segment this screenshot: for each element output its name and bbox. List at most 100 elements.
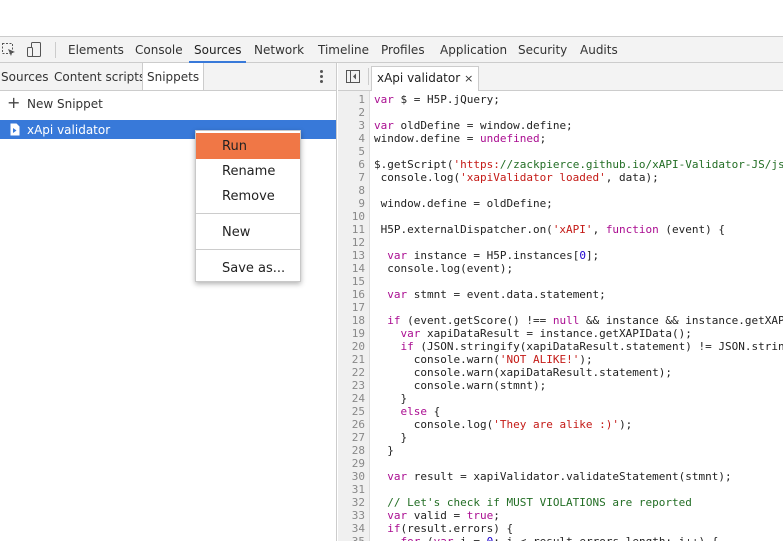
code-line[interactable]: 3 var oldDefine = window.define; bbox=[338, 119, 783, 132]
code-line[interactable]: 27 } bbox=[338, 431, 783, 444]
tab-navigator-sources[interactable]: Sources bbox=[1, 63, 48, 90]
code-line[interactable]: 29 bbox=[338, 457, 783, 470]
code-text: if(result.errors) { bbox=[387, 522, 514, 535]
code-line[interactable]: 32 // Let's check if MUST VIOLATIONS are… bbox=[338, 496, 783, 509]
code-line[interactable]: 8 bbox=[338, 184, 783, 197]
code-line[interactable]: 28 } bbox=[338, 444, 783, 457]
tab-profiles[interactable]: Profiles bbox=[381, 37, 425, 62]
tab-elements[interactable]: Elements bbox=[68, 37, 124, 62]
line-number: 29 bbox=[351, 457, 365, 470]
window-top-area bbox=[0, 0, 783, 36]
tab-snippets[interactable]: Snippets bbox=[142, 63, 205, 90]
code-text: if (JSON.stringify(xapiDataResult.statem… bbox=[400, 340, 783, 353]
menu-item-run-label: Run bbox=[222, 139, 247, 154]
code-line[interactable]: 17 bbox=[338, 301, 783, 314]
code-line[interactable]: 26 console.log('They are alike :)'); bbox=[338, 418, 783, 431]
code-line[interactable]: 30 var result = xapiValidator.validateSt… bbox=[338, 470, 783, 483]
code-text: window.define = oldDefine; bbox=[374, 197, 553, 210]
code-line[interactable]: 16 var stmnt = event.data.statement; bbox=[338, 288, 783, 301]
inspect-element-icon[interactable] bbox=[1, 42, 17, 58]
toolbar-divider bbox=[55, 42, 56, 58]
tab-network[interactable]: Network bbox=[254, 37, 304, 62]
menu-item-run[interactable]: Run bbox=[196, 133, 300, 159]
tab-console[interactable]: Console bbox=[135, 37, 183, 62]
code-line[interactable]: 15 bbox=[338, 275, 783, 288]
code-line[interactable]: 35 for (var i = 0; i < result.errors.len… bbox=[338, 535, 783, 541]
line-number: 31 bbox=[351, 483, 365, 496]
code-text: var $ = H5P.jQuery; bbox=[374, 93, 500, 106]
line-number: 11 bbox=[351, 223, 365, 236]
editor-tabbar-divider bbox=[368, 68, 369, 85]
line-number: 2 bbox=[358, 106, 365, 119]
code-line[interactable]: 9 window.define = oldDefine; bbox=[338, 197, 783, 210]
code-line[interactable]: 20 if (JSON.stringify(xapiDataResult.sta… bbox=[338, 340, 783, 353]
close-tab-icon[interactable]: × bbox=[464, 72, 473, 85]
code-line[interactable]: 33 var valid = true; bbox=[338, 509, 783, 522]
line-number: 27 bbox=[351, 431, 365, 444]
code-line[interactable]: 23 console.warn(stmnt); bbox=[338, 379, 783, 392]
editor-pane: xApi validator × 1 var $ = H5P.jQuery; 2 3 va… bbox=[338, 63, 783, 541]
line-number: 6 bbox=[358, 158, 365, 171]
code-line[interactable]: 18 if (event.getScore() !== null && inst… bbox=[338, 314, 783, 327]
tab-content-scripts[interactable]: Content scripts bbox=[54, 63, 145, 90]
line-number: 12 bbox=[351, 236, 365, 249]
code-line[interactable]: 1 var $ = H5P.jQuery; bbox=[338, 93, 783, 106]
menu-item-new[interactable]: New bbox=[196, 219, 300, 245]
code-line[interactable]: 24 } bbox=[338, 392, 783, 405]
context-menu: Run Rename Remove New Save as... bbox=[195, 130, 301, 282]
code-text: console.log(event); bbox=[374, 262, 514, 275]
code-line[interactable]: 22 console.warn(xapiDataResult.statement… bbox=[338, 366, 783, 379]
menu-separator bbox=[196, 213, 300, 214]
code-text: var stmnt = event.data.statement; bbox=[387, 288, 606, 301]
code-line[interactable]: 7 console.log('xapiValidator loaded', da… bbox=[338, 171, 783, 184]
code-line[interactable]: 10 bbox=[338, 210, 783, 223]
line-number: 35 bbox=[338, 535, 365, 541]
new-snippet-button[interactable]: + New Snippet bbox=[0, 92, 336, 116]
code-line[interactable]: 4 window.define = undefined; bbox=[338, 132, 783, 145]
line-number: 15 bbox=[351, 275, 365, 288]
tab-sources[interactable]: Sources bbox=[189, 37, 247, 63]
line-number: 23 bbox=[351, 379, 365, 392]
more-options-icon[interactable] bbox=[315, 69, 327, 85]
code-line[interactable]: 12 bbox=[338, 236, 783, 249]
tab-timeline[interactable]: Timeline bbox=[318, 37, 369, 62]
toggle-navigator-icon[interactable] bbox=[346, 70, 360, 86]
menu-item-save-as[interactable]: Save as... bbox=[196, 255, 300, 281]
editor-file-tab[interactable]: xApi validator × bbox=[371, 66, 480, 91]
new-snippet-label: New Snippet bbox=[27, 97, 103, 111]
menu-item-new-label: New bbox=[222, 225, 251, 240]
line-number: 8 bbox=[358, 184, 365, 197]
code-line[interactable]: 34 if(result.errors) { bbox=[338, 522, 783, 535]
plus-icon: + bbox=[7, 93, 21, 112]
editor-tabbar: xApi validator × bbox=[338, 63, 783, 91]
menu-item-rename[interactable]: Rename bbox=[196, 158, 300, 184]
code-text: $.getScript('https://zackpierce.github.i… bbox=[374, 158, 783, 171]
code-editor[interactable]: 1 var $ = H5P.jQuery; 2 3 var oldDefine = wi… bbox=[338, 91, 783, 541]
tab-security[interactable]: Security bbox=[518, 37, 567, 62]
menu-item-remove-label: Remove bbox=[222, 189, 275, 204]
tab-audits[interactable]: Audits bbox=[580, 37, 618, 62]
code-text: var xapiDataResult = instance.getXAPIDat… bbox=[400, 327, 692, 340]
code-text: console.log('They are alike :)'); bbox=[374, 418, 633, 431]
code-line[interactable]: 25 else { bbox=[338, 405, 783, 418]
tab-application[interactable]: Application bbox=[440, 37, 507, 62]
line-number: 21 bbox=[351, 353, 365, 366]
code-line[interactable]: 6 $.getScript('https://zackpierce.github.… bbox=[338, 158, 783, 171]
line-number: 14 bbox=[351, 262, 365, 275]
code-text: console.log('xapiValidator loaded', data… bbox=[374, 171, 659, 184]
code-line[interactable]: 31 bbox=[338, 483, 783, 496]
code-text: var instance = H5P.instances[0]; bbox=[387, 249, 600, 262]
code-line[interactable]: 14 console.log(event); bbox=[338, 262, 783, 275]
menu-item-remove[interactable]: Remove bbox=[196, 183, 300, 209]
code-text: for (var i = 0; i < result.errors.length… bbox=[374, 535, 719, 541]
code-line[interactable]: 13 var instance = H5P.instances[0]; bbox=[338, 249, 783, 262]
code-line[interactable]: 5 bbox=[338, 145, 783, 158]
device-toolbar-icon[interactable] bbox=[26, 41, 42, 59]
code-line[interactable]: 19 var xapiDataResult = instance.getXAPI… bbox=[338, 327, 783, 340]
line-number: 1 bbox=[358, 93, 365, 106]
code-line[interactable]: 2 bbox=[338, 106, 783, 119]
menu-item-rename-label: Rename bbox=[222, 164, 276, 179]
code-line[interactable]: 21 console.warn('NOT ALIKE!'); bbox=[338, 353, 783, 366]
line-number: 32 bbox=[351, 496, 365, 509]
code-line[interactable]: 11 H5P.externalDispatcher.on('xAPI', fun… bbox=[338, 223, 783, 236]
